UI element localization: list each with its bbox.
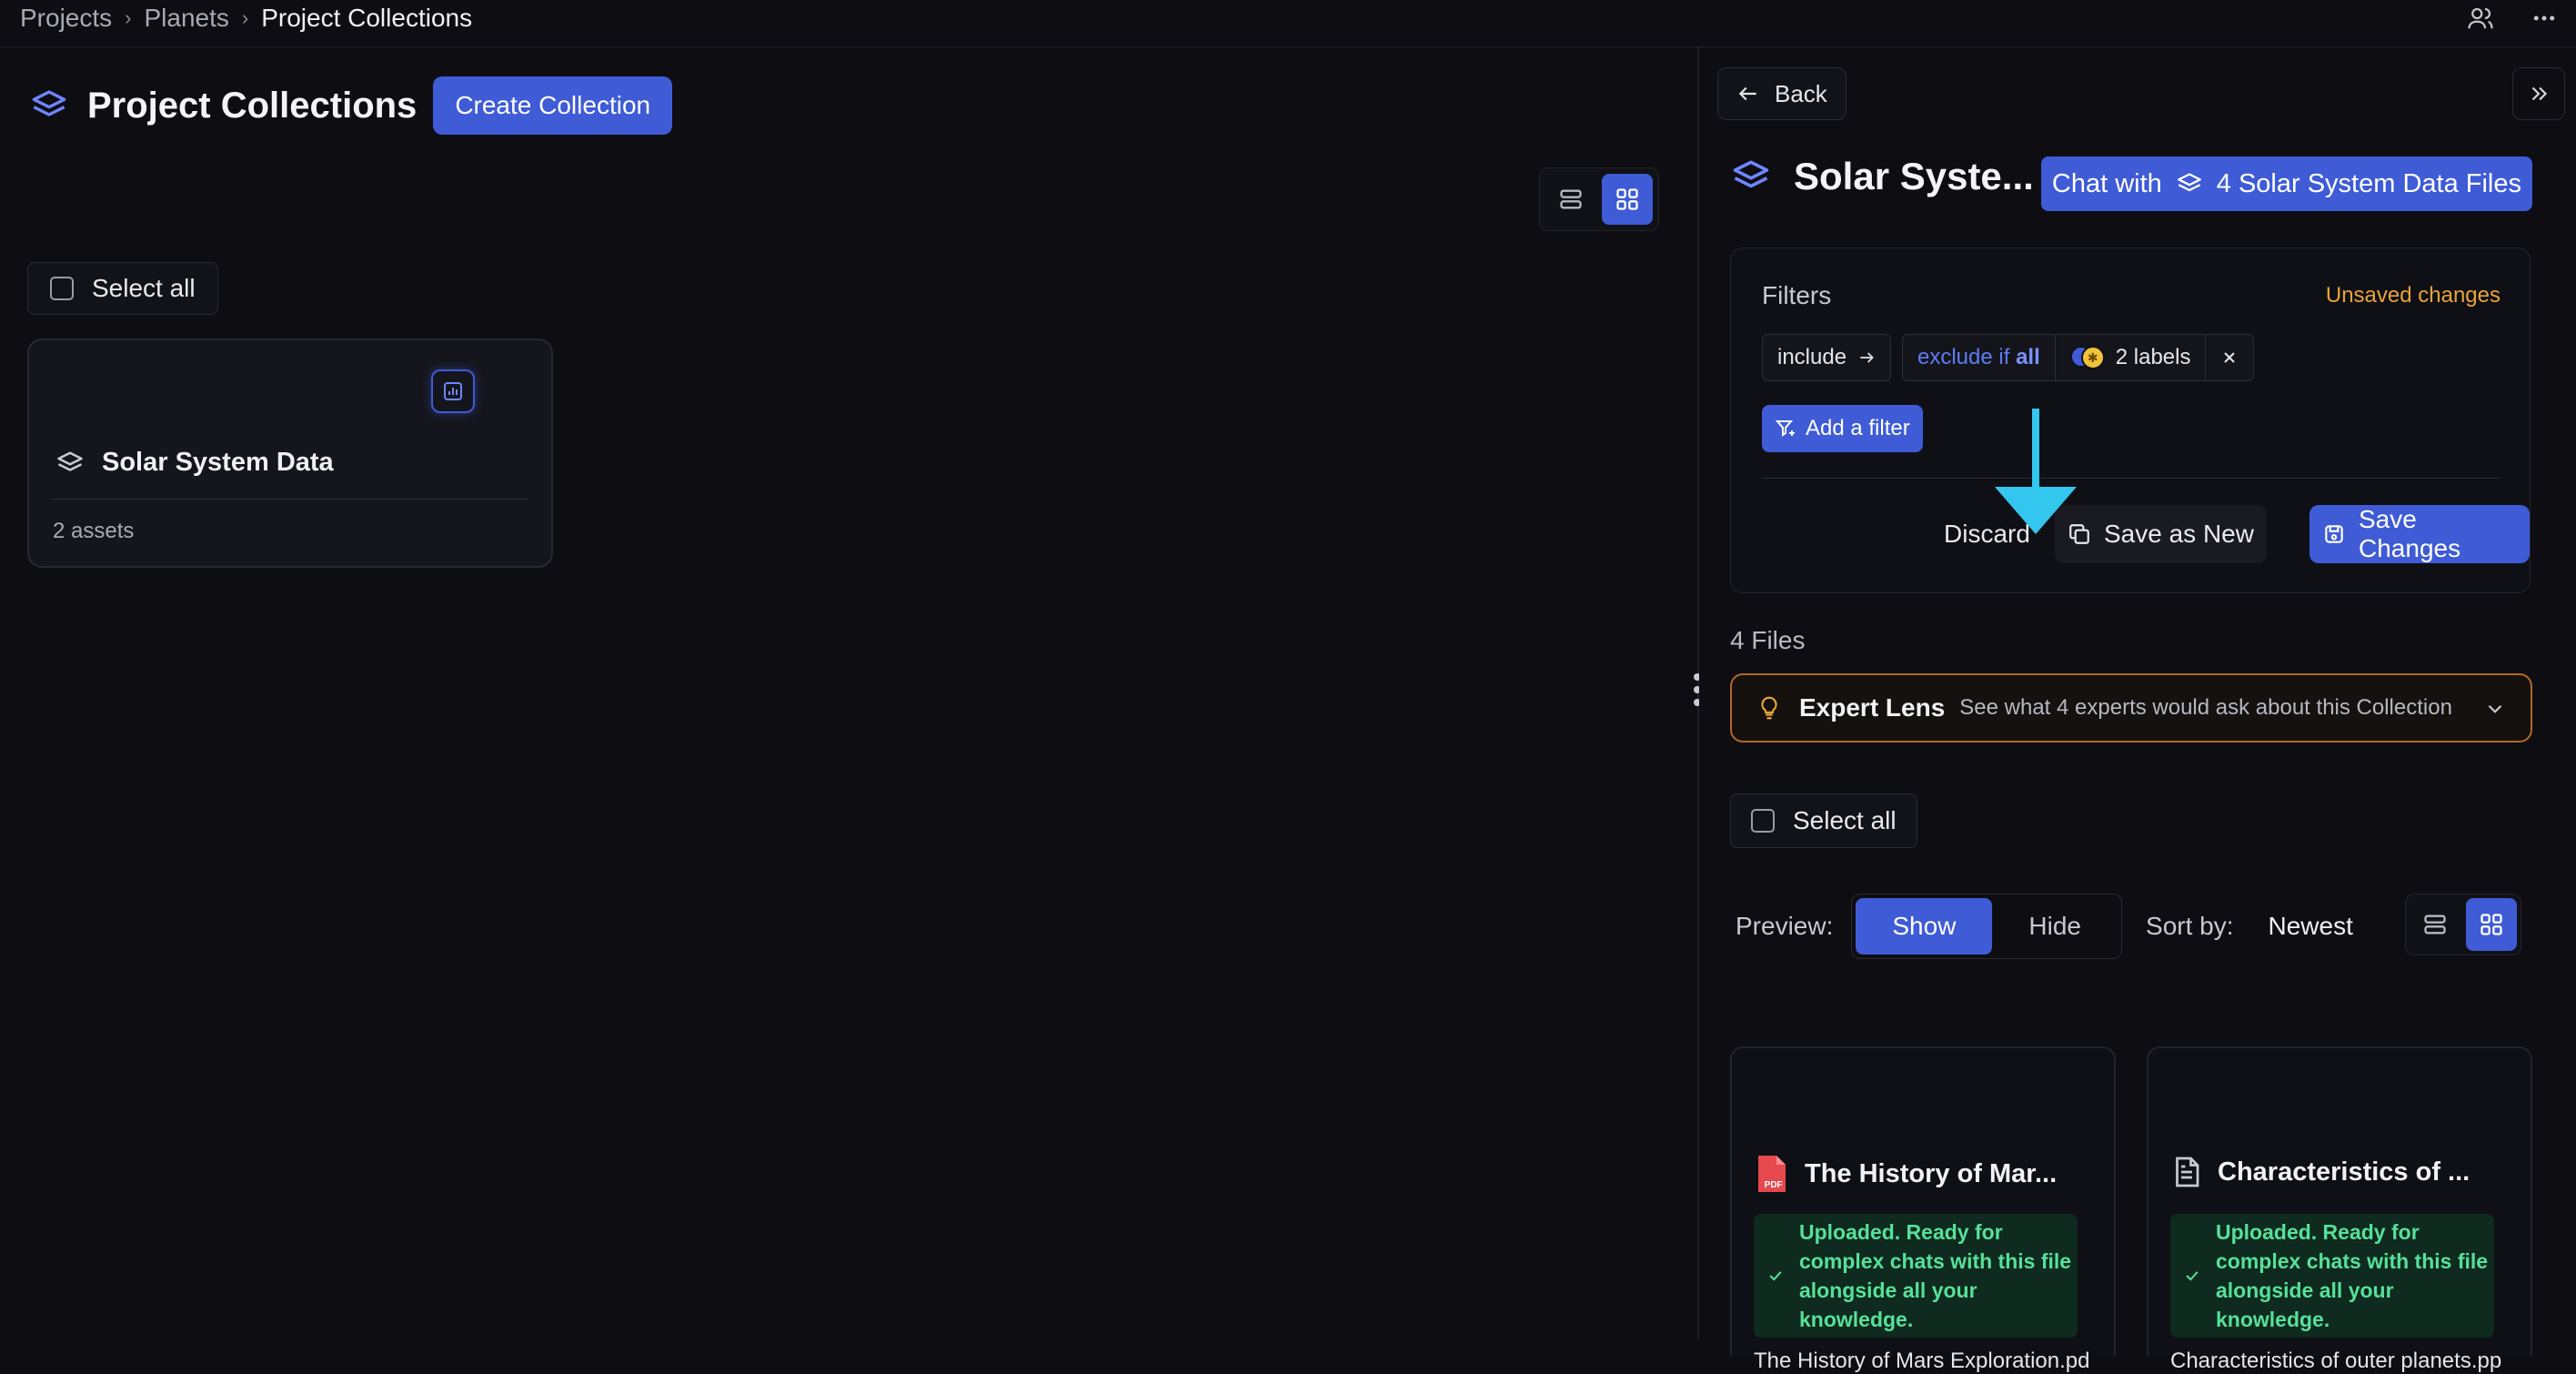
double-chevron-right-icon: [2527, 82, 2551, 106]
add-filter-label: Add a filter: [1806, 416, 1910, 440]
exclude-mode: all: [2016, 345, 2040, 369]
grid-view-icon[interactable]: [2466, 898, 2517, 951]
select-all-checkbox[interactable]: [50, 277, 74, 300]
back-button[interactable]: Back: [1717, 67, 1846, 120]
chat-target: 4 Solar System Data Files: [2216, 168, 2521, 198]
create-collection-button[interactable]: Create Collection: [433, 76, 673, 135]
pdf-file-icon: PDF: [1754, 1154, 1790, 1194]
layers-icon: [2177, 171, 2202, 197]
upload-status: Uploaded. Ready for complex chats with t…: [2170, 1214, 2494, 1338]
divider: [1762, 478, 2501, 479]
breadcrumb-projects[interactable]: Projects: [20, 4, 112, 33]
collections-panel: Project Collections Create Collection Se…: [0, 47, 1697, 1339]
expert-lens-title: Expert Lens: [1799, 693, 1946, 722]
add-filter-button[interactable]: Add a filter: [1762, 405, 1923, 452]
list-view-icon[interactable]: [1545, 174, 1596, 225]
expert-lens-subtitle: See what 4 experts would ask about this …: [1959, 695, 2452, 720]
view-toggle: [1539, 167, 1659, 231]
collection-detail-panel: Back Solar Syste... Chat with 4 Solar Sy…: [1699, 47, 2576, 1373]
file-card[interactable]: Characteristics of ... Uploaded. Ready f…: [2147, 1046, 2532, 1373]
sort-dropdown[interactable]: Newest: [2269, 912, 2353, 941]
arrow-right-icon: [1857, 349, 1876, 367]
divider: [53, 499, 528, 500]
file-view-toggle: [2405, 894, 2521, 955]
file-title: The History of Mar...: [1805, 1158, 2058, 1188]
more-options-icon[interactable]: [2531, 5, 2558, 32]
chat-prefix: Chat with: [2051, 168, 2162, 198]
file-description: The History of Mars Exploration.pd: [1754, 1349, 2090, 1373]
collection-card[interactable]: Solar System Data 2 assets: [27, 338, 553, 568]
exclude-mode-selector[interactable]: exclude if all: [1903, 335, 2056, 380]
close-icon: [2220, 349, 2239, 367]
document-file-icon: [2170, 1154, 2203, 1190]
preview-show-button[interactable]: Show: [1856, 898, 1993, 955]
upload-status: Uploaded. Ready for complex chats with t…: [1754, 1214, 2078, 1338]
top-bar: Projects › Planets › Project Collections: [0, 0, 2576, 47]
select-all-label: Select all: [92, 274, 196, 302]
sort-label: Sort by:: [2146, 912, 2234, 940]
filter-plus-icon: [1775, 418, 1796, 439]
layers-icon: [1732, 157, 1770, 196]
collection-title: Solar Syste...: [1794, 155, 2034, 197]
collection-asset-count: 2 assets: [53, 519, 135, 543]
include-filter-chip[interactable]: include: [1762, 334, 1892, 381]
preview-toggle: Show Hide: [1851, 894, 2123, 959]
label-avatars-icon: ✱: [2069, 346, 2105, 369]
exclude-prefix: exclude if: [1917, 345, 2010, 369]
annotation-arrow-icon: [1995, 409, 2077, 534]
select-all-label: Select all: [1793, 806, 1897, 834]
svg-text:PDF: PDF: [1765, 1180, 1783, 1190]
chart-icon[interactable]: [431, 369, 475, 413]
collection-name: Solar System Data: [102, 448, 334, 477]
users-icon[interactable]: [2467, 5, 2494, 32]
breadcrumb-current: Project Collections: [261, 4, 473, 32]
lightbulb-icon: [1756, 694, 1783, 722]
save-changes-label: Save Changes: [2359, 505, 2461, 562]
arrow-left-icon: [1736, 82, 1760, 106]
include-label: include: [1777, 345, 1847, 369]
page-title: Project Collections: [87, 85, 418, 126]
chevron-down-icon[interactable]: [2483, 697, 2507, 725]
chevron-right-icon: ›: [125, 6, 132, 29]
labels-count: 2 labels: [2115, 345, 2191, 369]
expert-lens-panel[interactable]: Expert Lens See what 4 experts would ask…: [1730, 673, 2532, 743]
unsaved-changes-indicator: Unsaved changes: [2325, 283, 2501, 308]
save-icon: [2322, 522, 2346, 546]
preview-label: Preview:: [1736, 912, 1834, 940]
back-label: Back: [1775, 79, 1827, 107]
grid-view-icon[interactable]: [1602, 174, 1653, 225]
chat-with-collection-button[interactable]: Chat with 4 Solar System Data Files: [2040, 157, 2532, 211]
labels-selector[interactable]: ✱ 2 labels: [2056, 335, 2207, 380]
breadcrumb-planets[interactable]: Planets: [144, 4, 228, 33]
preview-hide-button[interactable]: Hide: [1992, 898, 2118, 955]
filters-section: Filters Unsaved changes include exclude …: [1730, 248, 2531, 593]
filters-heading: Filters: [1762, 281, 1832, 309]
file-card[interactable]: PDF The History of Mar... Uploaded. Read…: [1730, 1046, 2116, 1373]
file-description: Characteristics of outer planets.pp: [2170, 1349, 2502, 1373]
files-count: 4 Files: [1730, 626, 1806, 654]
select-all-collections[interactable]: Select all: [27, 262, 218, 315]
layers-icon: [56, 450, 84, 477]
preview-sort-toolbar: Preview: Show Hide Sort by: Newest: [1736, 894, 2353, 959]
breadcrumb: Projects › Planets › Project Collections: [20, 0, 472, 36]
check-icon: [2183, 1267, 2201, 1285]
check-icon: [1766, 1267, 1785, 1285]
save-as-new-label: Save as New: [2104, 520, 2254, 548]
remove-filter-button[interactable]: [2206, 335, 2253, 380]
collapse-panel-button[interactable]: [2512, 67, 2565, 120]
upload-status-text: Uploaded. Ready for complex chats with t…: [1799, 1220, 2072, 1331]
select-all-checkbox[interactable]: [1751, 809, 1775, 833]
select-all-files[interactable]: Select all: [1730, 793, 1917, 848]
exclude-filter-chip: exclude if all ✱ 2 labels: [1902, 334, 2255, 381]
upload-status-text: Uploaded. Ready for complex chats with t…: [2216, 1220, 2489, 1331]
save-as-new-button[interactable]: Save as New: [2055, 505, 2267, 563]
file-title: Characteristics of ...: [2218, 1157, 2470, 1187]
save-changes-button[interactable]: Save Changes: [2309, 505, 2530, 563]
chevron-right-icon: ›: [241, 6, 249, 29]
list-view-icon[interactable]: [2410, 898, 2460, 951]
layers-icon: [31, 87, 67, 124]
